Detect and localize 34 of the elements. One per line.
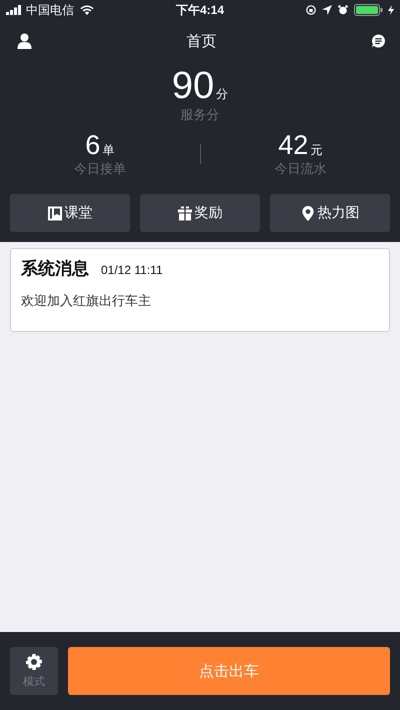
message-text: 欢迎加入红旗出行车主 xyxy=(21,292,152,310)
gift-icon xyxy=(178,206,192,220)
message-title: 系统消息 xyxy=(21,258,89,280)
battery-icon xyxy=(354,4,384,16)
map-pin-icon xyxy=(300,206,314,220)
alarm-icon xyxy=(338,5,348,15)
clock-time: 下午4:14 xyxy=(176,2,224,18)
stat-unit: 单 xyxy=(102,142,114,159)
score-unit: 分 xyxy=(216,86,228,103)
messages-button[interactable] xyxy=(371,33,386,49)
shortcut-button[interactable]: 奖励 xyxy=(140,194,260,232)
stat-value: 42 xyxy=(278,130,308,160)
shortcut-button[interactable]: 课堂 xyxy=(10,194,130,232)
charging-bolt-icon xyxy=(388,5,394,15)
signal-icon xyxy=(6,5,22,15)
person-icon xyxy=(17,33,32,49)
chat-bubble-icon xyxy=(371,33,386,49)
message-card[interactable]: 系统消息 01/12 11:11 欢迎加入红旗出行车主 xyxy=(10,248,390,332)
settings-icon xyxy=(26,654,42,670)
score-label: 服务分 xyxy=(180,106,220,124)
page-title: 首页 xyxy=(186,32,216,50)
carrier-name: 中国电信 xyxy=(26,2,74,18)
rotation-lock-icon xyxy=(306,5,316,15)
stat-label: 今日接单 xyxy=(74,160,126,178)
stat-value: 6 xyxy=(85,130,100,160)
wifi-icon xyxy=(80,5,94,15)
score-value: 90 xyxy=(172,66,214,106)
message-time: 01/12 11:11 xyxy=(101,263,163,277)
stat-unit: 元 xyxy=(310,142,322,159)
board-icon xyxy=(48,206,62,220)
profile-button[interactable] xyxy=(17,33,32,49)
stat-label: 今日流水 xyxy=(274,160,326,178)
shortcut-button[interactable]: 热力图 xyxy=(270,194,390,232)
location-arrow-icon xyxy=(322,5,332,15)
